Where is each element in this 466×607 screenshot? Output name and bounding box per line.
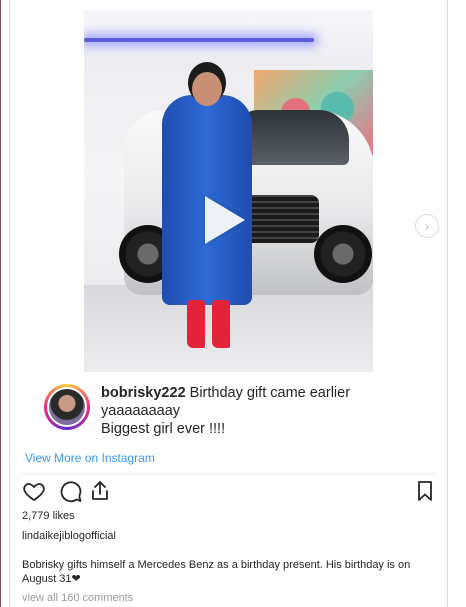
caption-line-3: Biggest girl ever !!!! <box>101 421 226 437</box>
account-name[interactable]: lindaikejiblogofficial <box>22 530 116 542</box>
page-left-border <box>0 0 1 607</box>
comment-bubble-icon[interactable] <box>59 479 83 503</box>
caption-username[interactable]: bobrisky222 <box>101 385 186 401</box>
instagram-embed-card: › bobrisky222 Birthday gift came earlier… <box>9 0 448 607</box>
action-bar <box>22 479 437 505</box>
red-boot-left <box>187 300 205 348</box>
heart-icon[interactable] <box>22 479 46 503</box>
view-more-on-instagram-link[interactable]: View More on Instagram <box>25 451 155 465</box>
chevron-right-icon[interactable]: › <box>415 214 439 238</box>
neon-light-strip <box>84 38 314 42</box>
likes-count[interactable]: 2,779 likes <box>22 510 75 522</box>
showroom-ceiling <box>84 10 373 62</box>
car-wheel-right <box>314 225 372 283</box>
bookmark-icon[interactable] <box>413 479 437 503</box>
play-icon[interactable] <box>205 196 245 244</box>
caption-line-2: yaaaaaaaay <box>101 403 181 419</box>
avatar <box>47 387 87 427</box>
post-video[interactable] <box>84 10 373 372</box>
post-caption: bobrisky222 Birthday gift came earlier y… <box>44 382 444 452</box>
car-windshield <box>239 110 349 165</box>
red-boot-right <box>212 300 230 348</box>
view-all-comments-link[interactable]: view all 160 comments <box>22 592 133 604</box>
caption-text: bobrisky222 Birthday gift came earlier y… <box>101 384 431 438</box>
person-head <box>192 72 222 106</box>
post-description: Bobrisky gifts himself a Mercedes Benz a… <box>22 559 411 585</box>
divider <box>22 473 435 474</box>
share-icon[interactable] <box>88 479 112 503</box>
avatar-story-ring[interactable] <box>44 384 90 430</box>
caption-line-1: Birthday gift came earlier <box>185 385 351 401</box>
